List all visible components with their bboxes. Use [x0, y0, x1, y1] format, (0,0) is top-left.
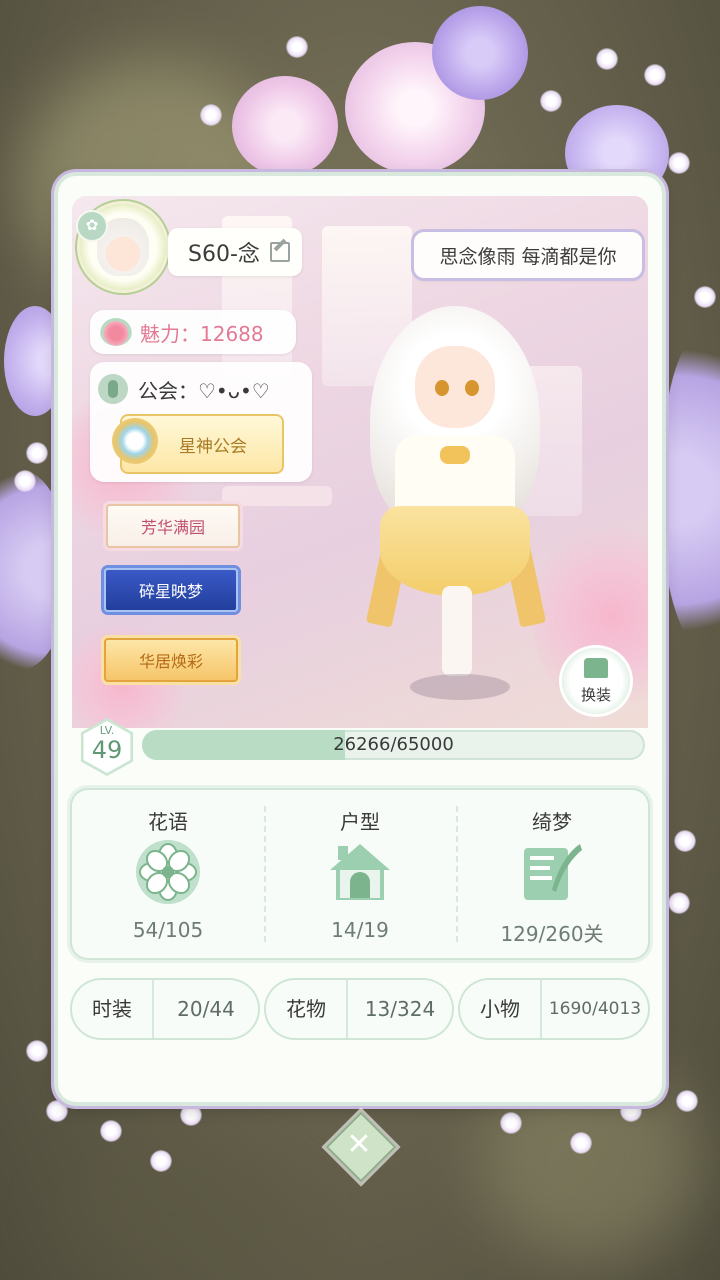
player-name[interactable]: S60-念: [168, 228, 302, 276]
collection-flowers[interactable]: 花物 13/324: [266, 980, 452, 1038]
guild-panel[interactable]: 公会：♡•ᴗ•♡ 星神公会: [90, 362, 312, 482]
collection-value: 20/44: [177, 997, 235, 1021]
server-badge-icon: ✿: [76, 210, 108, 242]
change-outfit-button[interactable]: 换装: [562, 648, 630, 714]
collection-label: 花物: [266, 980, 348, 1038]
stat-title: 绮梦: [532, 810, 572, 834]
stat-huxing[interactable]: 户型 14/19: [264, 790, 456, 958]
xp-progress-bar: 26266/65000: [142, 730, 645, 760]
collection-items[interactable]: 小物 1690/4013: [460, 980, 648, 1038]
player-name-text: S60-念: [188, 242, 260, 267]
collection-value: 13/324: [364, 997, 436, 1021]
collection-outfits[interactable]: 时装 20/44: [72, 980, 258, 1038]
signature-bubble[interactable]: 思念像雨 每滴都是你: [414, 232, 642, 278]
guild-label: 公会：♡•ᴗ•♡: [138, 378, 270, 403]
stats-panel: 花语 54/105 户型 14/19 绮梦 129/260关: [72, 790, 648, 958]
level-value: 49: [91, 736, 123, 764]
stat-title: 花语: [148, 810, 188, 834]
level-badge: LV. 49: [78, 718, 136, 776]
signature-text: 思念像雨 每滴都是你: [439, 245, 617, 268]
collection-value: 1690/4013: [548, 999, 642, 1019]
xp-text: 26266/65000: [333, 734, 454, 755]
flower-icon: [136, 840, 200, 904]
stat-value: 129/260关: [500, 922, 604, 946]
stat-huayu[interactable]: 花语 54/105: [72, 790, 264, 958]
house-icon: [330, 844, 390, 900]
change-outfit-label: 换装: [580, 686, 611, 704]
stat-value: 14/19: [331, 918, 389, 942]
stat-qimeng[interactable]: 绮梦 129/260关: [456, 790, 648, 958]
title-badge-1[interactable]: 芳华满园: [106, 504, 240, 548]
avatar[interactable]: ✿: [76, 204, 166, 290]
rose-icon: [100, 318, 132, 346]
character-avatar[interactable]: [340, 296, 570, 706]
collection-label: 小物: [460, 980, 542, 1038]
edit-icon[interactable]: [269, 242, 290, 262]
stat-value: 54/105: [132, 918, 204, 942]
title-badge-3[interactable]: 华居焕彩: [104, 638, 238, 682]
shirt-icon: [584, 658, 608, 678]
stat-title: 户型: [340, 810, 380, 834]
guild-icon: [98, 374, 128, 404]
collection-label: 时装: [72, 980, 154, 1038]
title-badge-2[interactable]: 碎星映梦: [104, 568, 238, 612]
star-emblem-icon: [112, 418, 158, 464]
guild-badge-text: 星神公会: [179, 436, 247, 457]
charm-value: 魅力：12688: [90, 310, 296, 354]
close-icon[interactable]: ✕: [336, 1122, 382, 1168]
charm-label: 魅力：12688: [140, 321, 264, 346]
dream-book-icon: [524, 844, 582, 900]
guild-badge[interactable]: 星神公会: [112, 414, 284, 474]
